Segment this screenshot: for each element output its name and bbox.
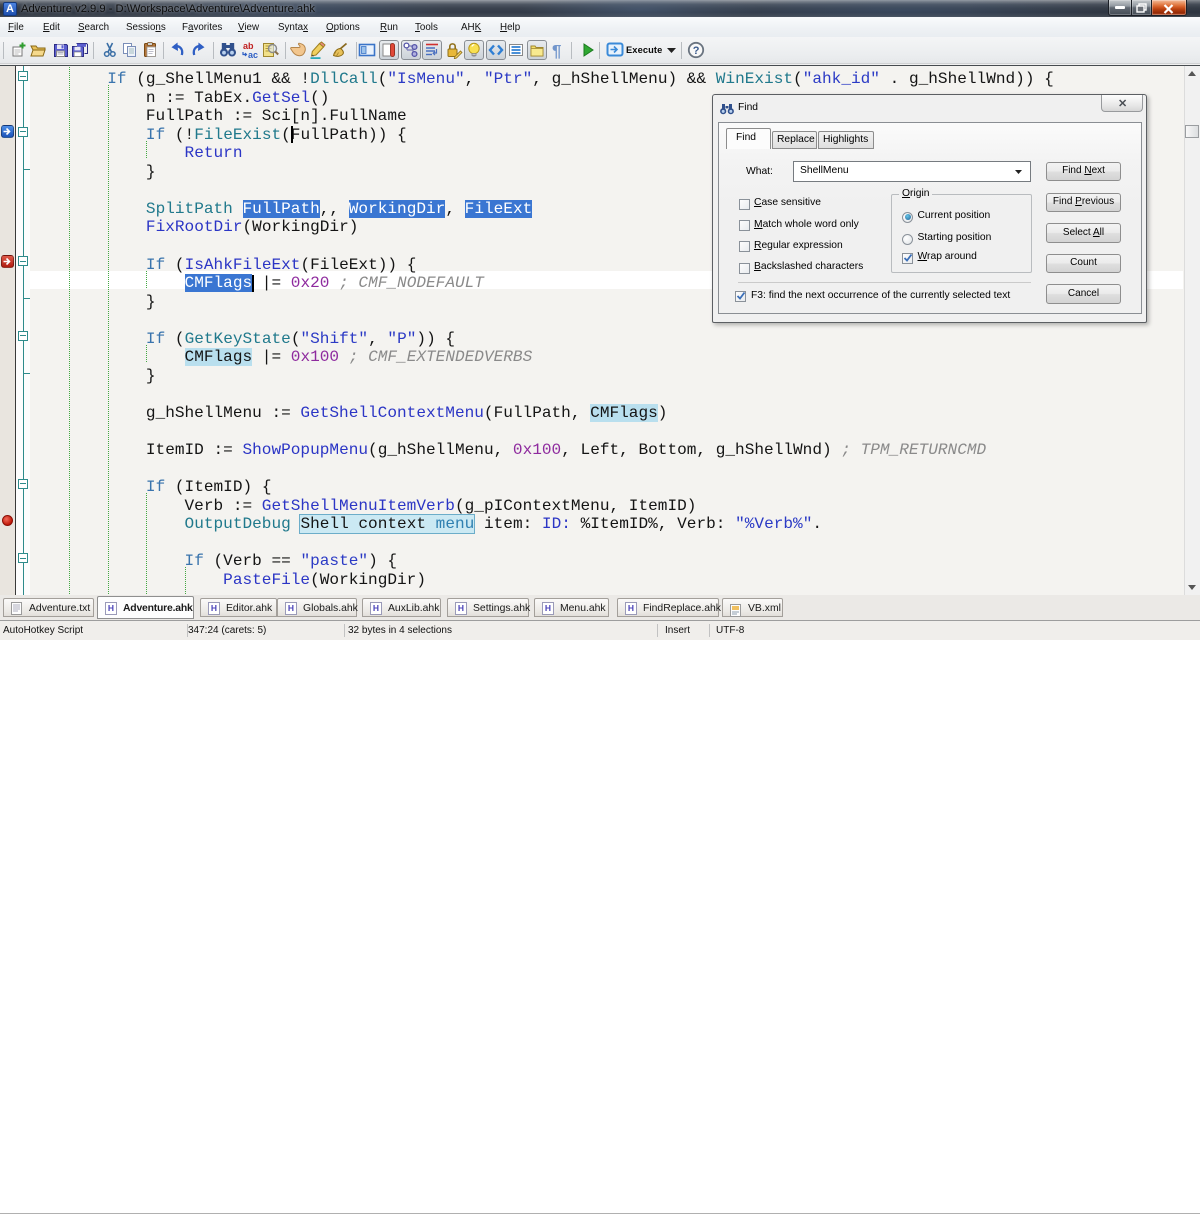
svg-text:¶: ¶ (552, 42, 561, 60)
svg-text:?: ? (693, 45, 700, 57)
svg-text:ac: ac (248, 50, 258, 59)
